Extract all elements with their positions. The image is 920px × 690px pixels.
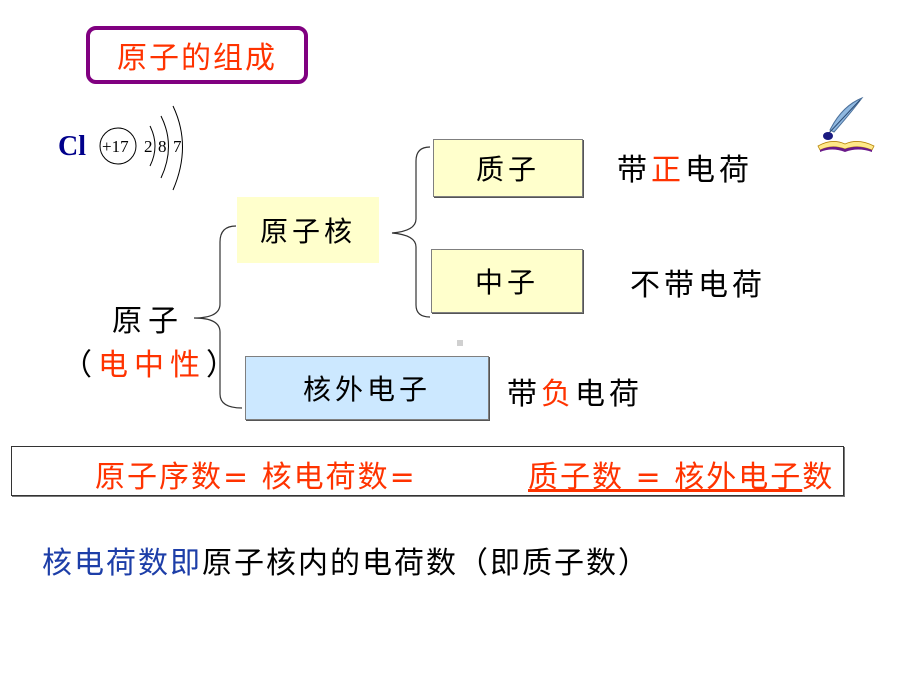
positive-sign-label: 正 <box>651 153 685 188</box>
nucleus-label: 原子核 <box>259 215 356 248</box>
shell-electrons-3: 7 <box>173 137 182 156</box>
equation-right-underlined: 质子数 = 核外电子 <box>528 460 803 495</box>
book-and-quill-icon <box>817 96 875 152</box>
electron-box: 核外电子 <box>245 356 489 420</box>
neutron-label: 中子 <box>474 266 539 299</box>
equation-left: 原子序数= 核电荷数= <box>95 460 417 495</box>
electron-charge-prefix: 带 <box>507 377 541 412</box>
shell-electrons-2: 8 <box>158 137 167 156</box>
proton-box: 质子 <box>433 139 583 197</box>
definition-highlight: 核电荷数即 <box>42 546 202 581</box>
nucleus-brace <box>391 146 431 318</box>
electron-charge: 带负电荷 <box>507 369 643 413</box>
proton-charge-prefix: 带 <box>617 153 651 188</box>
slide-title-text: 原子的组成 <box>117 41 277 76</box>
atom-label: 原子 <box>112 304 184 339</box>
proton-charge-suffix: 电荷 <box>685 153 753 188</box>
neutron-charge: 不带电荷 <box>630 268 766 303</box>
nucleus-box: 原子核 <box>237 197 379 263</box>
electron-label: 核外电子 <box>302 373 431 406</box>
placeholder-dot <box>457 340 463 346</box>
definition-note: 核电荷数即原子核内的电荷数（即质子数） <box>42 538 650 582</box>
slide-title: 原子的组成 <box>86 26 308 84</box>
neutron-box: 中子 <box>431 249 583 313</box>
negative-sign-label: 负 <box>541 377 575 412</box>
electron-charge-suffix: 电荷 <box>575 377 643 412</box>
proton-charge: 带正电荷 <box>617 145 753 189</box>
equation-right: 质子数 = 核外电子数 <box>528 452 834 496</box>
paren-open: （ <box>62 348 98 383</box>
element-symbol: Cl <box>58 131 86 162</box>
definition-text: 原子核内的电荷数（即质子数） <box>202 546 650 581</box>
equation-right-tail: 数 <box>802 460 835 495</box>
nucleus-charge: +17 <box>102 137 129 156</box>
proton-label: 质子 <box>475 153 540 186</box>
chlorine-atom-diagram: Cl +17 2 8 7 <box>58 105 183 191</box>
shell-electrons-1: 2 <box>144 137 153 156</box>
